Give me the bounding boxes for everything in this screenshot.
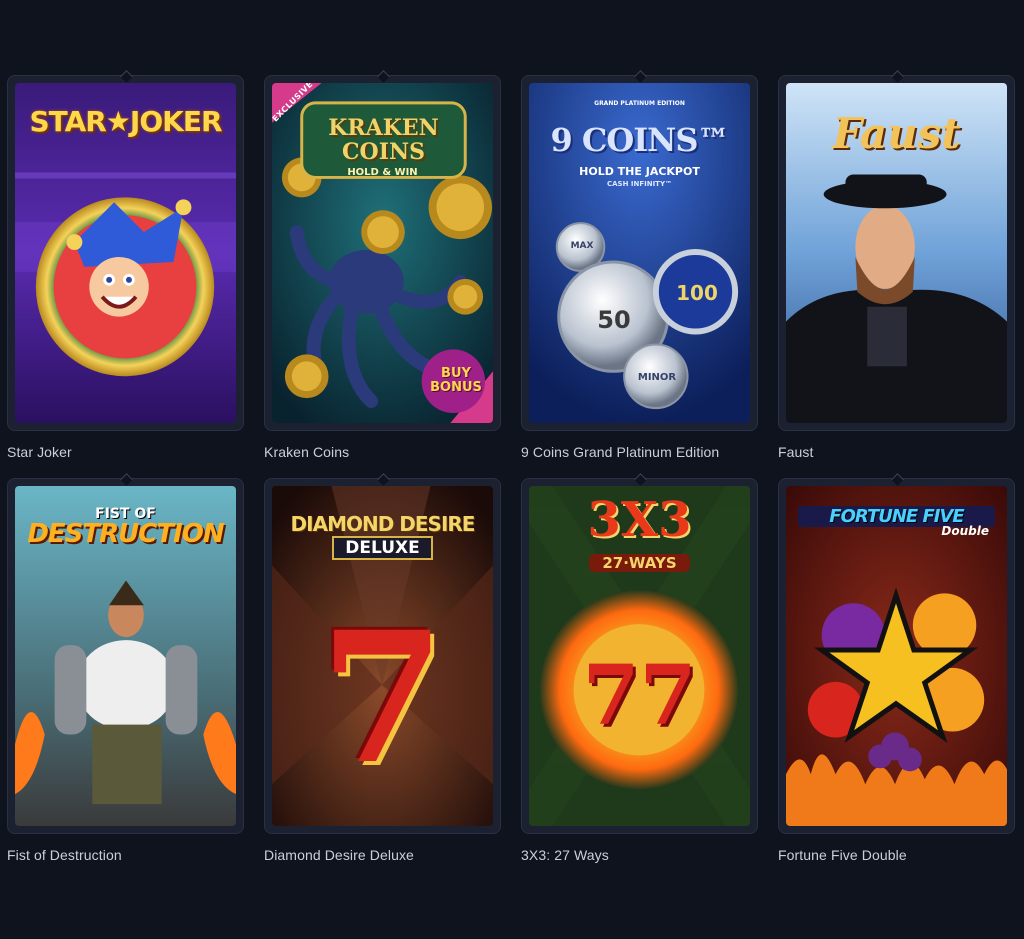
game-title[interactable]: 3X3: 27 Ways <box>521 847 758 863</box>
game-thumbnail[interactable]: GRAND PLATINUM EDITION 9 COINS™ HOLD THE… <box>529 83 750 423</box>
game-thumbnail-frame[interactable]: GRAND PLATINUM EDITION 9 COINS™ HOLD THE… <box>521 75 758 431</box>
game-thumbnail[interactable]: STAR★JOKER <box>15 83 236 423</box>
game-title[interactable]: Kraken Coins <box>264 444 501 460</box>
game-thumbnail-frame[interactable]: 3X3 27·WAYS 77 <box>521 478 758 834</box>
game-title[interactable]: 9 Coins Grand Platinum Edition <box>521 444 758 460</box>
game-logo-sub: DELUXE <box>332 536 433 560</box>
game-title[interactable]: Faust <box>778 444 1015 460</box>
coin-value-50: 50 <box>597 306 631 334</box>
symbol-77: 77 <box>582 648 697 744</box>
game-card-star-joker[interactable]: STAR★JOKER Star Joker <box>7 75 244 460</box>
game-thumbnail[interactable]: 3X3 27·WAYS 77 <box>529 486 750 826</box>
game-thumbnail[interactable]: DIAMOND DESIRE DELUXE 7 <box>272 486 493 826</box>
game-thumbnail-frame[interactable]: EXCLUSIVE KRAKEN COINS HOLD & WIN BUY BO… <box>264 75 501 431</box>
game-logo: DIAMOND DESIRE <box>290 512 476 536</box>
coin-value-minor: MINOR <box>637 372 677 383</box>
game-card-faust[interactable]: Faust Faust <box>778 75 1015 460</box>
game-thumbnail-frame[interactable]: FORTUNE FIVE Double <box>778 478 1015 834</box>
game-card-diamond-desire-deluxe[interactable]: DIAMOND DESIRE DELUXE 7 Diamond Desire D… <box>264 478 501 863</box>
game-logo: 9 COINS™ <box>550 121 729 159</box>
game-title[interactable]: Fortune Five Double <box>778 847 1015 863</box>
game-grid: STAR★JOKER Star Joker EXCLUSIVE KRAKEN C… <box>7 75 1015 863</box>
game-logo: KRAKEN COINS <box>328 115 439 165</box>
game-logo: Faust <box>832 109 961 158</box>
game-thumbnail[interactable]: FIST OF DESTRUCTION <box>15 486 236 826</box>
game-logo-sub2: CASH INFINITY™ <box>606 180 673 188</box>
game-title[interactable]: Diamond Desire Deluxe <box>264 847 501 863</box>
game-logo-sub: Double <box>941 524 989 538</box>
game-logo-sub: HOLD THE JACKPOT <box>579 165 700 178</box>
buy-bonus-badge: BUY BONUS <box>430 366 482 395</box>
symbol-seven: 7 <box>319 593 446 804</box>
game-logo-sub: HOLD & WIN <box>347 167 418 178</box>
game-logo-sub: 27·WAYS <box>589 554 690 572</box>
game-card-fist-of-destruction[interactable]: FIST OF DESTRUCTION Fist of Destruction <box>7 478 244 863</box>
game-logo: 3X3 <box>587 492 692 548</box>
game-card-fortune-five-double[interactable]: FORTUNE FIVE Double Fortune Five Double <box>778 478 1015 863</box>
game-card-3x3-27-ways[interactable]: 3X3 27·WAYS 77 3X3: 27 Ways <box>521 478 758 863</box>
game-title[interactable]: Star Joker <box>7 444 244 460</box>
game-thumbnail-frame[interactable]: STAR★JOKER <box>7 75 244 431</box>
game-thumbnail-frame[interactable]: Faust <box>778 75 1015 431</box>
game-thumbnail-frame[interactable]: DIAMOND DESIRE DELUXE 7 <box>264 478 501 834</box>
game-thumbnail-frame[interactable]: FIST OF DESTRUCTION <box>7 478 244 834</box>
game-card-kraken-coins[interactable]: EXCLUSIVE KRAKEN COINS HOLD & WIN BUY BO… <box>264 75 501 460</box>
logo-top: GRAND PLATINUM EDITION <box>594 100 685 107</box>
game-thumbnail[interactable]: Faust <box>786 83 1007 423</box>
game-logo: DESTRUCTION <box>27 519 224 549</box>
game-thumbnail[interactable]: EXCLUSIVE KRAKEN COINS HOLD & WIN BUY BO… <box>272 83 493 423</box>
coin-value-100: 100 <box>676 281 718 305</box>
coin-value-max: MAX <box>570 241 594 251</box>
game-logo: STAR★JOKER <box>29 105 222 138</box>
game-card-9-coins[interactable]: GRAND PLATINUM EDITION 9 COINS™ HOLD THE… <box>521 75 758 460</box>
game-thumbnail[interactable]: FORTUNE FIVE Double <box>786 486 1007 826</box>
game-title[interactable]: Fist of Destruction <box>7 847 244 863</box>
